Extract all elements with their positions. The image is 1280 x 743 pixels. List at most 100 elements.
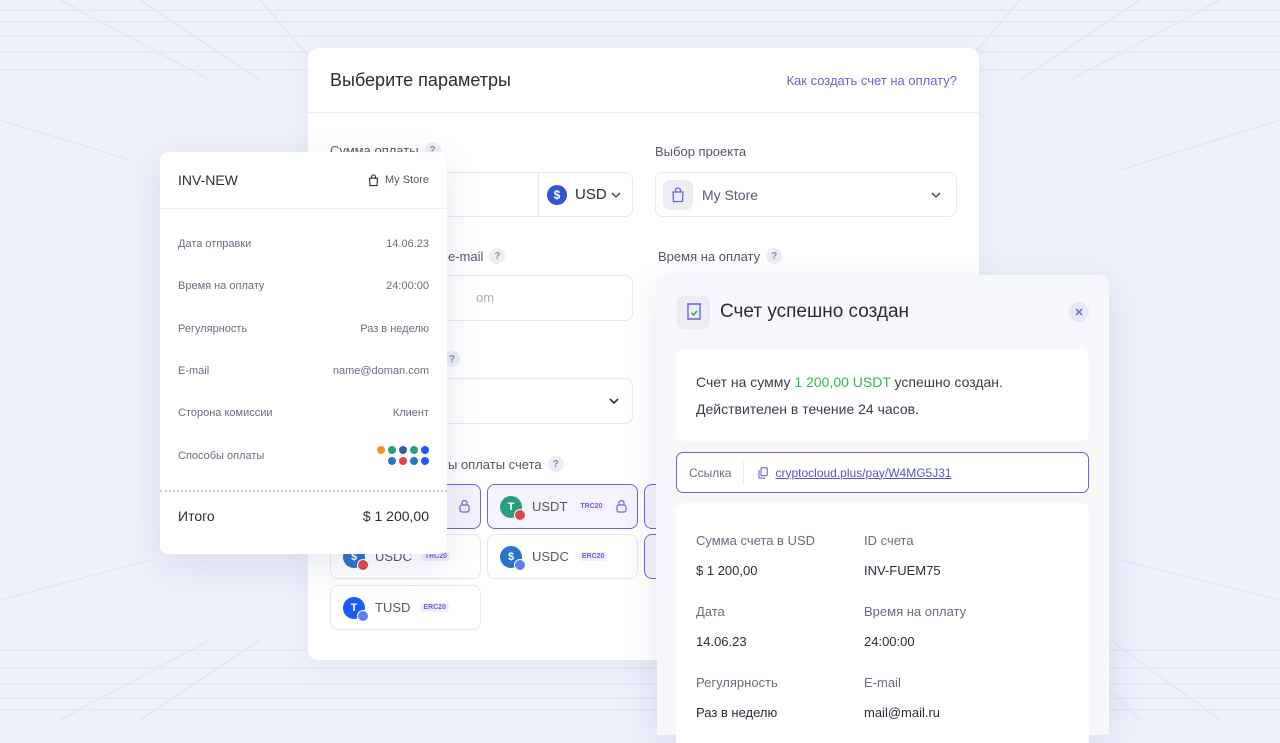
invoice-details: Сумма счета в USD $ 1 200,00 ID счета IN… bbox=[676, 503, 1089, 743]
usdc-icon bbox=[410, 457, 418, 466]
detail-invoice-id: ID счета INV-FUEM75 bbox=[864, 533, 941, 578]
row-label: E-mail bbox=[178, 365, 210, 378]
detail-label: Регулярность bbox=[696, 675, 778, 690]
tusd-icon bbox=[421, 446, 429, 455]
invoice-store-name: My Store bbox=[384, 174, 429, 186]
currency-select[interactable]: $ USD bbox=[538, 173, 632, 216]
row-label: Регулярность bbox=[178, 322, 248, 335]
chevron-down-icon bbox=[931, 191, 941, 198]
trx-icon bbox=[399, 457, 407, 466]
project-label: Выбор проекта bbox=[655, 144, 747, 159]
invoice-store: My Store bbox=[368, 173, 429, 187]
detail-value: 24:00:00 bbox=[864, 634, 915, 649]
payment-method-usdt-trc20[interactable]: T USDT TRC20 bbox=[487, 484, 638, 529]
divider bbox=[160, 490, 447, 492]
method-name: TUSD bbox=[375, 600, 411, 615]
detail-label: Время на оплату bbox=[864, 604, 967, 619]
store-bag-icon bbox=[368, 173, 378, 186]
row-label: Дата отправки bbox=[178, 238, 252, 251]
email-label-text: e-mail bbox=[448, 248, 484, 264]
method-network: ERC20 bbox=[420, 603, 449, 612]
dollar-coin-icon: $ bbox=[547, 184, 567, 205]
row-value: 14.06.23 bbox=[386, 238, 429, 251]
payment-link-url[interactable]: cryptocloud.plus/pay/W4MG5J31 bbox=[775, 466, 951, 480]
method-network: TRC20 bbox=[577, 502, 606, 511]
detail-label: ID счета bbox=[864, 533, 914, 548]
method-network: ERC20 bbox=[578, 552, 608, 561]
payment-methods-label: ы оплаты счета ? bbox=[448, 456, 564, 472]
detail-value: INV-FUEM75 bbox=[864, 563, 941, 578]
usdc-icon bbox=[388, 457, 396, 466]
project-select[interactable]: My Store bbox=[655, 172, 957, 217]
payment-method-icons bbox=[377, 446, 429, 466]
payment-methods-label-text: ы оплаты счета bbox=[448, 456, 542, 472]
invoice-preview-card: INV-NEW My Store Дата отправки 14.06.23 … bbox=[160, 152, 447, 554]
method-name: USDC bbox=[532, 549, 569, 564]
invoice-id: INV-NEW bbox=[178, 172, 238, 188]
row-value: Раз в неделю bbox=[360, 322, 429, 335]
usdc-coin-icon: $ bbox=[500, 545, 526, 571]
close-icon bbox=[1075, 308, 1083, 316]
link-label: Ссылка bbox=[677, 462, 745, 483]
close-button[interactable] bbox=[1069, 302, 1089, 322]
invoice-created-panel: Счет успешно создан Счет на сумму 1 200,… bbox=[657, 275, 1109, 743]
lock-icon bbox=[459, 499, 470, 513]
store-bag-icon bbox=[663, 179, 693, 210]
message-amount: 1 200,00 USDT bbox=[794, 374, 891, 390]
help-icon[interactable]: ? bbox=[766, 248, 783, 264]
row-label: Способы оплаты bbox=[178, 449, 265, 462]
detail-label: E-mail bbox=[864, 675, 901, 690]
detail-value: Раз в неделю bbox=[696, 705, 778, 720]
email-value: om bbox=[476, 290, 495, 305]
detail-date: Дата 14.06.23 bbox=[696, 604, 747, 649]
invoice-row: Сторона комиссии Клиент bbox=[178, 392, 429, 434]
tusd-icon bbox=[421, 457, 429, 466]
total-value: $ 1 200,00 bbox=[362, 508, 429, 524]
currency-value: USD bbox=[575, 186, 607, 203]
row-label: Сторона комиссии bbox=[178, 407, 273, 420]
total-label: Итого bbox=[178, 508, 215, 524]
payment-link[interactable]: cryptocloud.plus/pay/W4MG5J31 bbox=[758, 466, 952, 480]
row-value: Клиент bbox=[392, 407, 429, 420]
params-title: Выберите параметры bbox=[330, 69, 511, 90]
detail-value: mail@mail.ru bbox=[864, 705, 941, 720]
payment-time-label: Время на оплату ? bbox=[658, 248, 783, 264]
row-value: name@doman.com bbox=[332, 365, 429, 378]
message-text: Счет на сумму bbox=[696, 374, 795, 390]
payment-method-chip-edge[interactable] bbox=[644, 484, 656, 529]
detail-email: E-mail mail@mail.ru bbox=[864, 675, 940, 720]
invoice-rows: Дата отправки 14.06.23 Время на оплату 2… bbox=[160, 223, 447, 477]
help-icon[interactable]: ? bbox=[547, 456, 564, 472]
payment-method-tusd-erc20[interactable]: T TUSD ERC20 bbox=[330, 585, 481, 630]
payment-method-usdc-erc20[interactable]: $ USDC ERC20 bbox=[487, 534, 638, 579]
panel-title: Счет успешно создан bbox=[720, 301, 910, 322]
panel-header: Счет успешно создан bbox=[677, 295, 1089, 329]
chevron-down-icon bbox=[611, 191, 621, 198]
row-value: 24:00:00 bbox=[386, 280, 429, 293]
detail-value: $ 1 200,00 bbox=[696, 563, 758, 578]
params-header: Выберите параметры Как создать счет на о… bbox=[308, 48, 979, 113]
payment-method-chip-edge[interactable] bbox=[644, 534, 656, 579]
chevron-down-icon bbox=[609, 398, 619, 405]
detail-label: Сумма счета в USD bbox=[696, 533, 815, 548]
invoice-header: INV-NEW My Store bbox=[160, 152, 447, 209]
invoice-row: Дата отправки 14.06.23 bbox=[178, 223, 429, 265]
project-value: My Store bbox=[702, 186, 759, 203]
detail-value: 14.06.23 bbox=[696, 634, 747, 649]
invoice-row: Регулярность Раз в неделю bbox=[178, 308, 429, 350]
success-message: Счет на сумму 1 200,00 USDT успешно созд… bbox=[676, 349, 1089, 441]
copy-icon[interactable] bbox=[758, 466, 769, 479]
method-name: USDT bbox=[532, 499, 568, 514]
usdt-icon bbox=[388, 446, 396, 455]
detail-regularity: Регулярность Раз в неделю bbox=[696, 675, 778, 720]
email-label: e-mail ? bbox=[448, 248, 506, 264]
ltc-icon bbox=[399, 446, 407, 455]
invoice-row: Время на оплату 24:00:00 bbox=[178, 265, 429, 307]
help-icon[interactable]: ? bbox=[489, 248, 506, 264]
btc-icon bbox=[377, 446, 385, 455]
payment-link-field[interactable]: Ссылка cryptocloud.plus/pay/W4MG5J31 bbox=[676, 452, 1089, 493]
invoice-total: Итого $ 1 200,00 bbox=[178, 508, 429, 524]
help-link[interactable]: Как создать счет на оплату? bbox=[786, 73, 957, 88]
lock-icon bbox=[616, 499, 627, 513]
tusd-coin-icon: T bbox=[343, 596, 369, 622]
